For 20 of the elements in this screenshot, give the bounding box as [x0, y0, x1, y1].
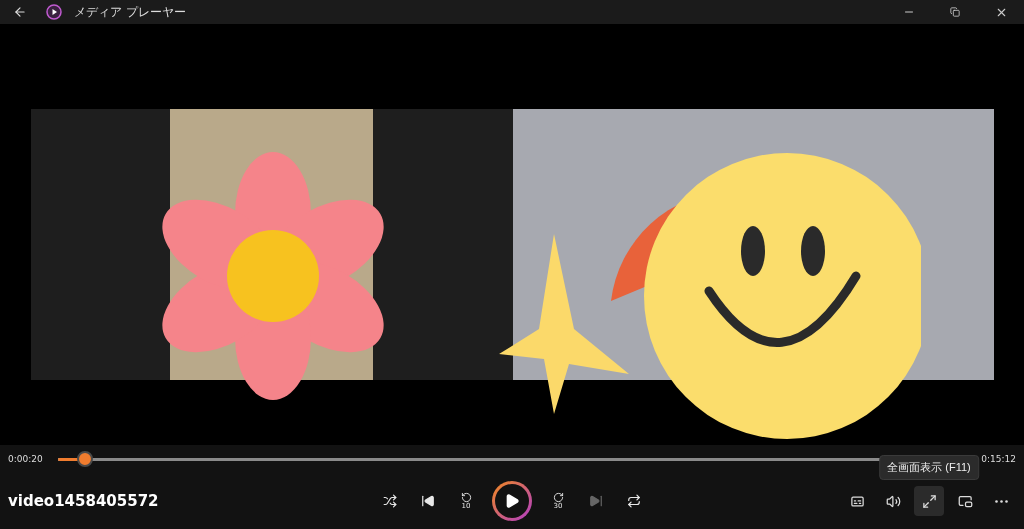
total-time: 0:15:12	[980, 454, 1016, 464]
skip-forward-icon	[589, 494, 603, 508]
forward-icon	[552, 492, 564, 503]
tooltip: 全画面表示 (F11)	[879, 455, 979, 480]
restore-icon	[950, 7, 960, 17]
shuffle-icon	[383, 494, 397, 508]
seek-thumb[interactable]	[77, 451, 94, 467]
file-name: video1458405572	[8, 492, 160, 510]
rewind-icon	[460, 492, 472, 503]
window-title: メディア プレーヤー	[74, 3, 186, 21]
captions-icon	[849, 493, 865, 509]
volume-icon	[885, 493, 901, 509]
repeat-icon	[627, 494, 641, 508]
skip-back-icon	[421, 494, 435, 508]
picture-in-picture-icon	[957, 493, 973, 509]
app-logo-icon	[46, 4, 62, 20]
play-icon	[504, 493, 520, 509]
fullscreen-icon	[921, 493, 937, 509]
elapsed-time: 0:00:20	[8, 454, 44, 464]
more-icon	[994, 499, 1008, 503]
